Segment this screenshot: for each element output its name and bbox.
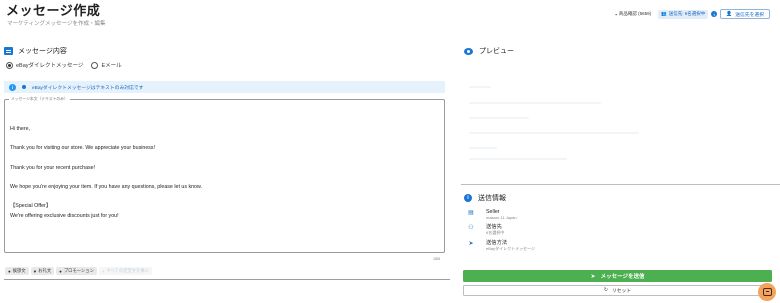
refresh-icon: ↻ bbox=[603, 288, 608, 293]
chip-label: 挨拶文 bbox=[12, 268, 26, 273]
panel-divider bbox=[461, 184, 780, 185]
body-line bbox=[10, 173, 202, 183]
radio-ebay-dm[interactable]: eBayダイレクトメッセージ bbox=[6, 61, 83, 69]
radio-email[interactable]: Eメール bbox=[91, 61, 122, 69]
store-icon: ▤ bbox=[468, 210, 474, 216]
message-body-textarea[interactable]: メッセージ本文（テキストのみ） Hi there, Thank you for … bbox=[4, 97, 445, 253]
page-subtitle: マーケティングメッセージを作成・編集 bbox=[7, 21, 106, 27]
info-icon[interactable]: i bbox=[711, 11, 718, 17]
tag-icon: ● bbox=[59, 268, 62, 274]
plus-icon: + bbox=[101, 268, 105, 274]
info-row-recipients: ⚇ 送信先 6名選択中 bbox=[467, 224, 504, 235]
info-value: masaru 11 Japan bbox=[486, 215, 517, 220]
info-row-method: ➤ 送信方法 eBayダイレクトメッセージ bbox=[467, 240, 535, 251]
body-line: Hi there, bbox=[10, 126, 31, 132]
radio-label: Eメール bbox=[101, 63, 122, 69]
body-line: Thank you for visiting our store. We app… bbox=[10, 145, 156, 152]
preview-placeholder-line bbox=[469, 117, 529, 119]
chip-label: プロモーション bbox=[63, 268, 94, 273]
people-icon: 👥 bbox=[661, 11, 667, 16]
info-value: eBayダイレクトメッセージ bbox=[486, 246, 536, 251]
panel-divider bbox=[4, 279, 450, 280]
send-info-heading: i 送信情報 bbox=[464, 193, 506, 203]
send-icon: ➤ bbox=[590, 273, 596, 280]
info-row-seller: ▤ Seller masaru 11 Japan bbox=[467, 209, 517, 220]
select-recipients-button[interactable]: 👤 送信先を選択 bbox=[720, 9, 770, 19]
select-recipients-label: 送信先を選択 bbox=[735, 12, 764, 18]
chip-label: すべての定型文を挿入 bbox=[106, 268, 149, 273]
preview-placeholder-line bbox=[469, 102, 601, 104]
info-icon: i bbox=[464, 194, 472, 202]
send-info-title: 送信情報 bbox=[478, 195, 506, 202]
body-line bbox=[10, 193, 202, 203]
message-content-panel: メッセージ内容 eBayダイレクトメッセージ Eメール i eBayダイレクトメ… bbox=[0, 41, 450, 281]
recipients-chip-label: 送信先: 6名選択中 bbox=[668, 11, 706, 16]
recipients-chip[interactable]: 👥 送信先: 6名選択中 bbox=[658, 9, 709, 19]
preview-placeholder-line bbox=[469, 86, 491, 88]
send-icon: ➤ bbox=[468, 241, 474, 247]
people-icon: ⚇ bbox=[468, 225, 474, 231]
body-line: We hope you're enjoying your item. If yo… bbox=[10, 183, 203, 190]
heart-icon: ♥ bbox=[33, 268, 37, 274]
chip-greeting[interactable]: ● 挨拶文 bbox=[5, 267, 29, 275]
message-content-heading: メッセージ内容 bbox=[4, 46, 67, 56]
reset-button-label: リセット bbox=[611, 289, 632, 294]
message-content-title: メッセージ内容 bbox=[18, 48, 67, 55]
waving-hand-icon: ● bbox=[8, 268, 11, 274]
page-title: メッセージ作成 bbox=[6, 3, 101, 18]
preview-placeholder-line bbox=[469, 158, 567, 160]
header-actions: ▪ 商品確認 (5659) 👥 送信先: 6名選択中 i 👤 送信先を選択 bbox=[615, 9, 770, 19]
chat-support-button[interactable] bbox=[758, 283, 776, 301]
message-body-text: Hi there, Thank you for visiting our sto… bbox=[10, 125, 202, 222]
send-button-label: メッセージを送信 bbox=[600, 274, 645, 280]
info-value: 6名選択中 bbox=[486, 230, 505, 235]
body-line bbox=[10, 135, 202, 145]
page-header: メッセージ作成 マーケティングメッセージを作成・編集 ▪ 商品確認 (5659)… bbox=[6, 0, 774, 34]
eye-icon bbox=[464, 47, 473, 55]
stock-info: ▪ 商品確認 (5659) bbox=[615, 11, 651, 17]
text-only-notice: i eBayダイレクトメッセージはテキストのみ対応です bbox=[4, 81, 445, 93]
bullet-dot bbox=[22, 85, 26, 89]
chat-bubble-icon bbox=[762, 288, 772, 296]
chip-promotion[interactable]: ● プロモーション bbox=[56, 267, 97, 275]
inventory-icon: ▪ bbox=[615, 11, 617, 17]
reset-button[interactable]: ↻ リセット bbox=[463, 285, 772, 296]
radio-button-checked[interactable] bbox=[6, 61, 13, 69]
preview-panel: プレビュー i 送信情報 ▤ Seller masaru 11 Japan ⚇ … bbox=[457, 41, 780, 303]
notice-text: eBayダイレクトメッセージはテキストのみ対応です bbox=[32, 85, 144, 91]
send-message-button[interactable]: ➤ メッセージを送信 bbox=[463, 270, 772, 282]
chip-thanks[interactable]: ♥ お礼文 bbox=[30, 267, 55, 275]
radio-label: eBayダイレクトメッセージ bbox=[16, 63, 84, 69]
preview-area bbox=[457, 55, 780, 181]
stock-label: 商品確認 (5659) bbox=[618, 11, 652, 16]
template-chips: ● 挨拶文 ♥ お礼文 ● プロモーション + すべての定型文を挿入 bbox=[5, 267, 152, 275]
radio-button[interactable] bbox=[91, 61, 99, 69]
person-icon: 👤 bbox=[726, 11, 733, 17]
chat-icon bbox=[4, 47, 13, 55]
preview-placeholder-line bbox=[469, 147, 497, 149]
body-line: Thank you for your recent purchase! bbox=[10, 164, 96, 171]
info-icon: i bbox=[9, 83, 16, 91]
char-count: 283 bbox=[433, 256, 440, 261]
body-line: 【Special Offer】 bbox=[10, 203, 52, 210]
chip-insert-all[interactable]: + すべての定型文を挿入 bbox=[98, 267, 152, 275]
chip-label: お礼文 bbox=[38, 268, 52, 273]
preview-placeholder-line bbox=[469, 132, 639, 134]
channel-radio-group: eBayダイレクトメッセージ Eメール bbox=[6, 61, 122, 69]
body-line bbox=[10, 154, 202, 164]
textarea-label: メッセージ本文（テキストのみ） bbox=[9, 97, 70, 102]
body-line: We're offering exclusive discounts just … bbox=[10, 212, 119, 219]
